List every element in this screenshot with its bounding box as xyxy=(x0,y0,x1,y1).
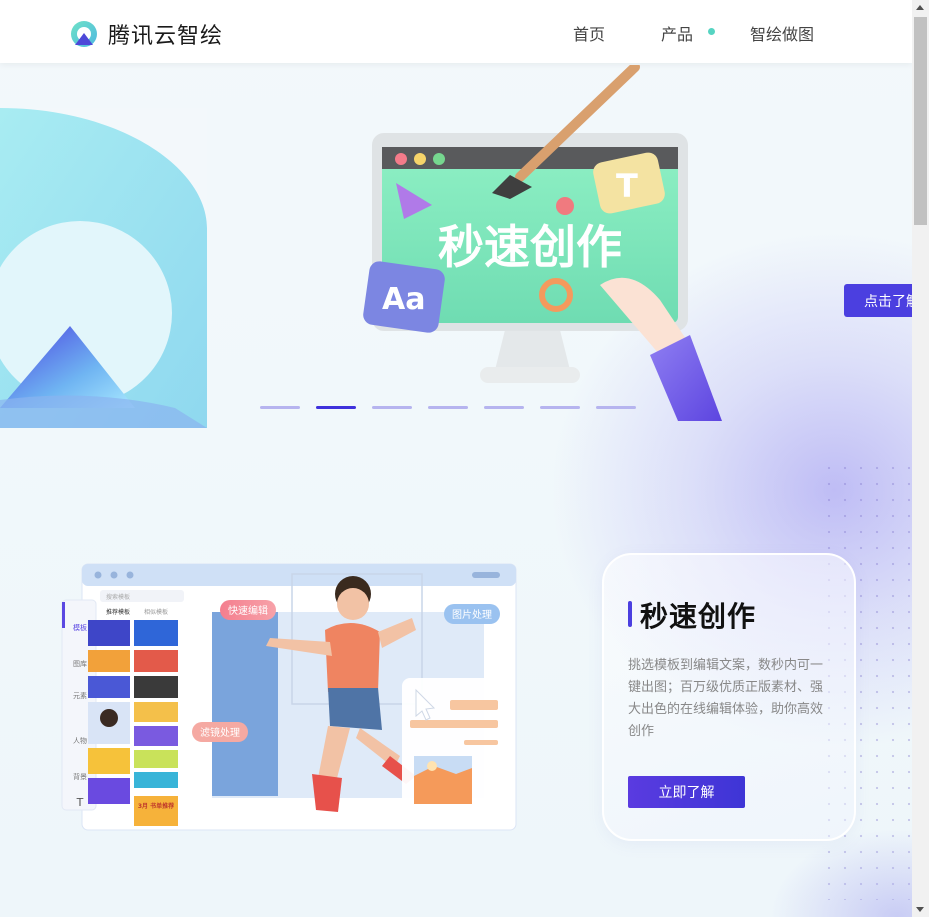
scroll-down-arrow-icon[interactable] xyxy=(916,907,924,912)
feature-learn-more-button[interactable]: 立即了解 xyxy=(628,776,745,808)
editor-poster-text: 3月 书单推荐 xyxy=(138,802,174,810)
carousel-dot-3[interactable] xyxy=(372,406,412,409)
editor-sidebar-elements: 元素 xyxy=(73,691,87,700)
editor-tab-similar: 相似模板 xyxy=(144,608,168,616)
feature-description: 挑选模板到编辑文案，数秒内可一键出图；百万级优质正版素材、强大出色的在线编辑体验… xyxy=(628,658,824,739)
feature-title: 秒速创作 xyxy=(640,600,757,633)
hero-monitor-illustration: 秒速创作 T Aa xyxy=(363,65,722,421)
carousel-dot-4[interactable] xyxy=(428,406,468,409)
editor-tab-recommended: 推荐模板 xyxy=(106,608,130,616)
editor-sidebar-text-tool: T xyxy=(76,796,84,809)
carousel-indicators xyxy=(260,406,652,409)
brand-logo-icon xyxy=(71,21,97,47)
monitor-tile-letter: T xyxy=(616,167,638,205)
carousel-dot-7[interactable] xyxy=(596,406,636,409)
hero-arc-decoration xyxy=(0,108,207,428)
editor-sidebar-gallery: 图库 xyxy=(73,659,87,668)
carousel-dot-2[interactable] xyxy=(316,406,356,409)
brand-name: 腾讯云智绘 xyxy=(108,24,224,49)
editor-sidebar-people: 人物 xyxy=(73,736,87,745)
editor-tag-image-processing: 图片处理 xyxy=(452,608,492,621)
main-nav: 首页 产品 智绘做图 xyxy=(546,0,842,63)
page-scrollbar[interactable] xyxy=(912,0,929,917)
editor-sidebar-background: 背景 xyxy=(73,772,87,781)
nav-active-dot xyxy=(708,28,715,35)
nav-item-home[interactable]: 首页 xyxy=(573,21,605,45)
editor-sidebar-templates: 模板 xyxy=(73,623,87,632)
site-header: 腾讯云智绘 首页 产品 智绘做图 xyxy=(0,0,912,63)
carousel-dot-1[interactable] xyxy=(260,406,300,409)
carousel-dot-5[interactable] xyxy=(484,406,524,409)
scroll-up-arrow-icon[interactable] xyxy=(916,5,924,10)
editor-search-placeholder: 搜索模板 xyxy=(106,593,130,601)
feature-title-accent xyxy=(628,601,632,627)
monitor-headline: 秒速创作 xyxy=(438,220,622,274)
editor-illustration: 模板 图库 元素 人物 背景 T 搜索模板 推荐模板 相似模板 3月 书单推荐 … xyxy=(61,563,517,831)
nav-item-products[interactable]: 产品 xyxy=(661,21,693,45)
scrollbar-thumb[interactable] xyxy=(914,17,927,225)
monitor-aa-badge: Aa xyxy=(382,282,425,317)
nav-item-smart-draw[interactable]: 智绘做图 xyxy=(750,21,814,45)
brand-logo[interactable]: 腾讯云智绘 xyxy=(70,18,223,50)
carousel-dot-6[interactable] xyxy=(540,406,580,409)
editor-tag-quick-edit: 快速编辑 xyxy=(228,604,268,617)
editor-tag-filter: 滤镜处理 xyxy=(200,726,240,739)
feature-card: 秒速创作 挑选模板到编辑文案，数秒内可一键出图；百万级优质正版素材、强大出色的在… xyxy=(602,553,856,841)
